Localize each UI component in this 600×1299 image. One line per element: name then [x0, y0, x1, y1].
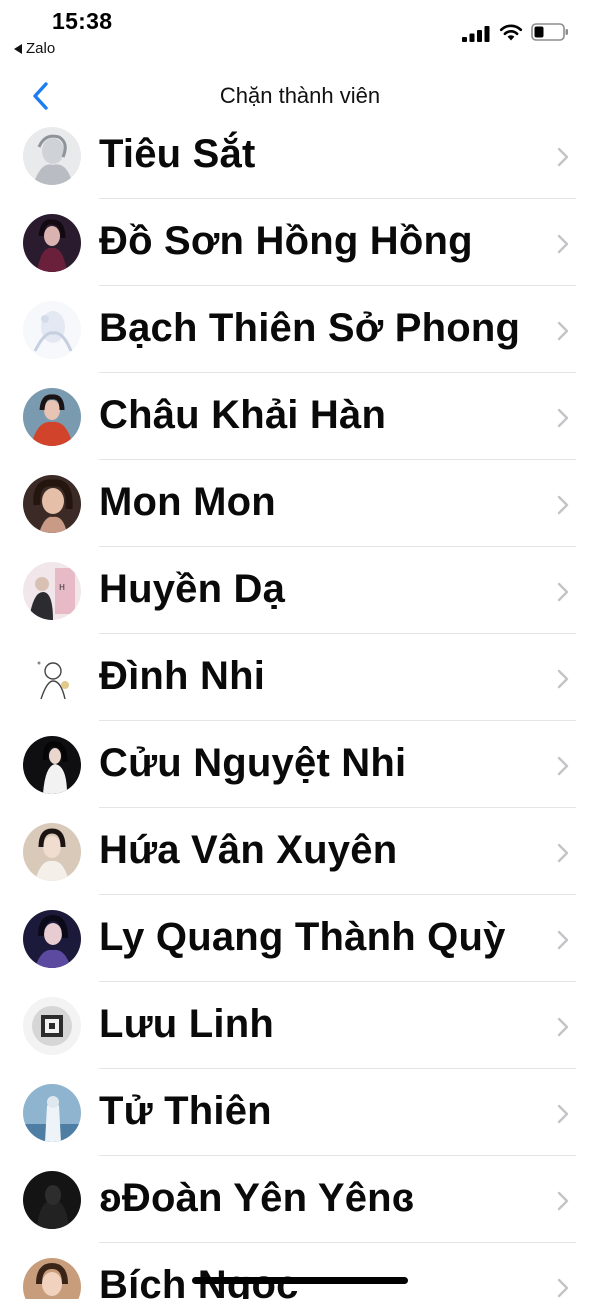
member-name: Bạch Thiên Sở Phong — [99, 306, 521, 350]
blocked-member-list: Tiêu Sắt Đồ Sơn Hồng Hồng Bạch Thiên Sở … — [0, 112, 600, 1299]
chevron-right-icon — [557, 582, 569, 602]
chevron-right-icon — [557, 1017, 569, 1037]
member-name: ʚĐoàn Yên Yênɞ — [99, 1176, 415, 1220]
member-row[interactable]: Bích Ngọc — [0, 1243, 600, 1299]
avatar-icon — [23, 214, 81, 272]
member-row[interactable]: Mon Mon — [0, 460, 600, 547]
member-row[interactable]: Bạch Thiên Sở Phong — [0, 286, 600, 373]
member-name: Châu Khải Hàn — [99, 393, 387, 437]
member-name: Hứa Vân Xuyên — [99, 828, 398, 872]
member-name: Tử Thiên — [99, 1089, 272, 1133]
back-to-app-link[interactable]: Zalo — [14, 40, 55, 57]
status-bar: 15:38 Zalo — [0, 0, 600, 66]
avatar-icon — [23, 736, 81, 794]
avatar-icon — [23, 649, 81, 707]
member-row[interactable]: H Huyền Dạ — [0, 547, 600, 634]
wifi-icon — [499, 24, 523, 41]
avatar-icon — [23, 997, 81, 1055]
chevron-right-icon — [557, 1191, 569, 1211]
avatar-icon — [23, 823, 81, 881]
member-row[interactable]: Ly Quang Thành Quỳ — [0, 895, 600, 982]
member-row[interactable]: Đình Nhi — [0, 634, 600, 721]
member-row[interactable]: ʚĐoàn Yên Yênɞ — [0, 1156, 600, 1243]
member-name: Tiêu Sắt — [99, 132, 256, 176]
home-indicator[interactable] — [192, 1277, 408, 1284]
avatar-icon — [23, 388, 81, 446]
chevron-right-icon — [557, 756, 569, 776]
chevron-right-icon — [557, 843, 569, 863]
svg-text:H: H — [59, 583, 65, 592]
member-row[interactable]: Tử Thiên — [0, 1069, 600, 1156]
chevron-right-icon — [557, 234, 569, 254]
chevron-right-icon — [557, 321, 569, 341]
avatar-icon — [23, 127, 81, 185]
member-name: Cửu Nguyệt Nhi — [99, 741, 407, 785]
avatar-icon — [23, 1084, 81, 1142]
member-row[interactable]: Hứa Vân Xuyên — [0, 808, 600, 895]
chevron-right-icon — [557, 1104, 569, 1124]
back-app-label: Zalo — [26, 40, 56, 57]
member-name: Đồ Sơn Hồng Hồng — [99, 219, 473, 263]
back-triangle-icon — [14, 43, 22, 54]
member-row[interactable]: Châu Khải Hàn — [0, 373, 600, 460]
chevron-right-icon — [557, 495, 569, 515]
chevron-right-icon — [557, 669, 569, 689]
member-row[interactable]: Cửu Nguyệt Nhi — [0, 721, 600, 808]
member-row[interactable]: Lưu Linh — [0, 982, 600, 1069]
member-name: Huyền Dạ — [99, 567, 286, 611]
chevron-right-icon — [557, 147, 569, 167]
avatar-icon — [23, 1171, 81, 1229]
avatar-icon — [23, 910, 81, 968]
member-name: Lưu Linh — [99, 1002, 274, 1046]
battery-icon — [531, 23, 568, 41]
member-row[interactable]: Đồ Sơn Hồng Hồng — [0, 199, 600, 286]
cellular-signal-icon — [462, 26, 490, 42]
chevron-right-icon — [557, 408, 569, 428]
chevron-right-icon — [557, 1278, 569, 1298]
chevron-right-icon — [557, 930, 569, 950]
avatar-icon — [23, 301, 81, 359]
member-name: Đình Nhi — [99, 654, 266, 698]
avatar-icon: H — [23, 562, 81, 620]
member-name: Ly Quang Thành Quỳ — [99, 915, 506, 959]
screen: 15:38 Zalo Chặn thành viên Tiêu Sắt Đồ S… — [0, 0, 600, 1299]
member-name: Mon Mon — [99, 480, 276, 524]
member-row[interactable]: Tiêu Sắt — [0, 112, 600, 199]
status-time: 15:38 — [52, 8, 113, 34]
avatar-icon — [23, 1258, 81, 1299]
avatar-icon — [23, 475, 81, 533]
page-title: Chặn thành viên — [219, 83, 381, 108]
